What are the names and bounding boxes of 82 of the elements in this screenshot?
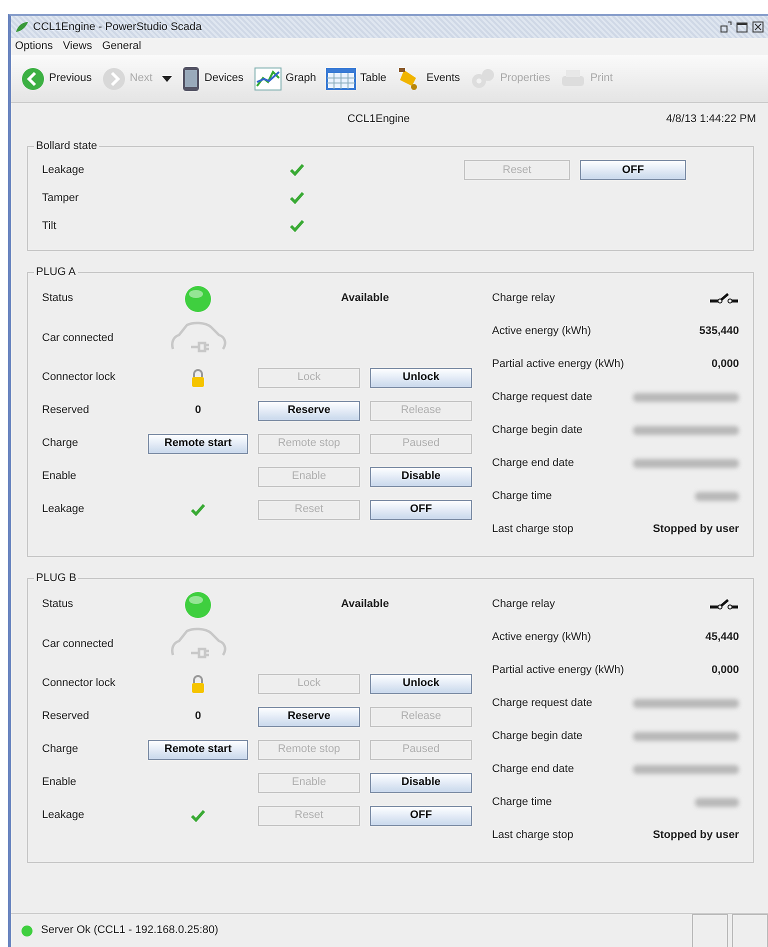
row-label: Enable [42,469,78,484]
status-text: Server Ok (CCL1 - 192.168.0.25:80) [41,923,218,938]
action-button[interactable]: Remote start [148,434,248,454]
field-label: Charge request date [492,390,592,406]
row-label: Reserved [42,403,90,418]
row-label: Enable [42,775,78,790]
field-label: Charge relay [492,597,555,612]
status-value: Available [340,597,390,612]
leaf-logo-icon [15,21,29,33]
field-label: Partial active energy (kWh) [492,663,624,678]
device-title: CCL1Engine [347,112,410,127]
action-button[interactable]: OFF [370,500,472,520]
menu-item[interactable]: Views [62,38,92,55]
menu-item[interactable]: Options [15,38,53,55]
row-value: 0 [194,709,202,724]
row-label: Charge [42,742,80,758]
action-button[interactable]: Disable [370,466,472,486]
toolbar-button[interactable]: Table [326,68,386,90]
field-label: Partial active energy (kWh) [492,357,624,372]
action-button[interactable]: Unlock [370,674,472,694]
field-label: Active energy (kWh) [492,324,592,340]
row-label: Leakage [42,808,86,824]
caret-icon [162,76,172,82]
row-label: Status [42,291,74,306]
blurred-value [695,798,739,807]
row-label: Connector lock [42,676,116,692]
row-label: Status [42,597,74,612]
field-value: 0,000 [711,663,739,678]
close-icon [752,21,764,33]
minimize-icon [720,21,732,33]
toolbar-button[interactable]: Graph [254,66,316,90]
section-title: Bollard state [35,141,98,152]
field-label: Charge relay [492,291,555,306]
row-label: Connector lock [42,370,116,386]
table-grid-icon [326,68,356,90]
field-label: Last charge stop [492,828,574,844]
row-label: Car connected [42,636,115,652]
action-button[interactable]: OFF [580,160,686,180]
row-label: Reserved [42,709,90,724]
status-value: Available [340,291,390,306]
row-label: Leakage [42,162,86,178]
row-label: Leakage [42,502,86,518]
field-label: Charge request date [492,696,592,712]
field-label: Active energy (kWh) [492,630,592,646]
blurred-value [695,492,739,501]
row-label: Tamper [42,190,80,206]
line-chart-icon [254,66,282,90]
tablet-icon [182,66,200,92]
field-label: Charge time [492,795,552,810]
action-button[interactable]: Disable [370,772,472,792]
field-value: Stopped by user [652,828,739,844]
action-button[interactable]: Reserve [258,400,360,420]
dropdown-button[interactable] [162,76,172,82]
row-label: Car connected [42,330,115,346]
action-button[interactable]: Reserve [258,706,360,726]
field-value: 535,440 [699,324,739,340]
toolbar-button[interactable]: Events [396,66,460,92]
field-label: Last charge stop [492,522,574,538]
field-label: Charge begin date [492,729,583,744]
toolbar-button[interactable]: Devices [182,66,244,92]
status-panel [732,914,768,947]
section-title: PLUG B [35,573,78,584]
action-button[interactable]: Unlock [370,368,472,388]
field-value: 45,440 [705,630,739,646]
field-label: Charge begin date [492,423,583,438]
field-value: Stopped by user [652,522,739,538]
status-panel [692,914,728,947]
menu-item[interactable]: General [102,38,142,55]
toolbar-button[interactable]: Previous [21,66,92,90]
action-button[interactable]: OFF [370,806,472,826]
action-button[interactable]: Remote start [148,740,248,760]
field-label: Charge end date [492,456,574,472]
window-title: CCL1Engine - PowerStudio Scada [33,20,202,35]
row-label: Charge [42,436,80,452]
row-label: Tilt [42,218,58,234]
field-value: 0,000 [711,357,739,372]
section-title: PLUG A [35,267,77,278]
field-label: Charge end date [492,762,574,778]
date-time: 4/8/13 1:44:22 PM [666,112,756,127]
maximize-icon [736,21,748,33]
field-label: Charge time [492,489,552,504]
row-value: 0 [194,403,202,418]
